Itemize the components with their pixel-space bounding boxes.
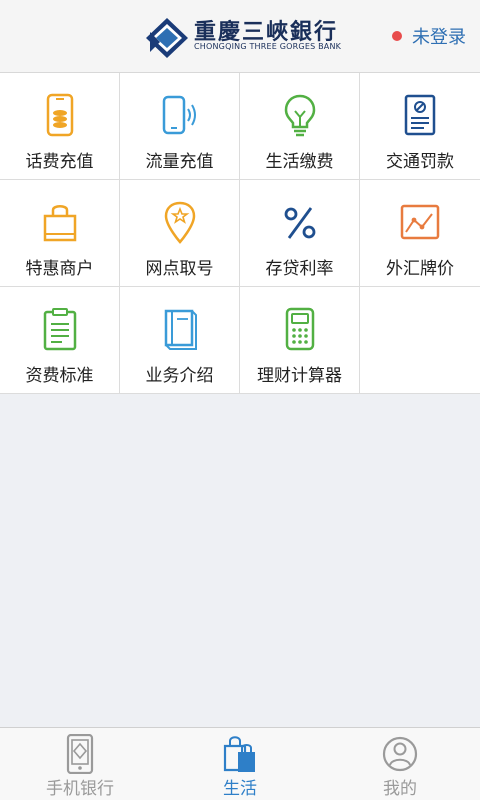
- grid-item-label: 理财计算器: [257, 366, 342, 386]
- grid-item-data-recharge[interactable]: 流量充值: [120, 73, 240, 180]
- clipboard-icon: [43, 308, 77, 351]
- grid-item-phone-recharge[interactable]: 话费充值: [0, 73, 120, 180]
- grid-item-label: 资费标准: [25, 366, 94, 386]
- grid-item-label: 存贷利率: [265, 259, 334, 279]
- tab-life[interactable]: 生活: [160, 728, 320, 800]
- lightbulb-icon: [284, 94, 316, 137]
- bank-logo-icon: [146, 18, 188, 58]
- bank-logo: 重慶三峽銀行 CHONGQING THREE GORGES BANK: [146, 14, 346, 58]
- grid-item-label: 流量充值: [145, 152, 214, 172]
- shopping-bag-icon: [43, 205, 77, 242]
- grid-item-exchange-rate[interactable]: 外汇牌价: [360, 180, 480, 287]
- book-icon: [164, 309, 197, 350]
- bank-name-en: CHONGQING THREE GORGES BANK: [194, 42, 342, 51]
- grid-item-label: 外汇牌价: [386, 259, 454, 279]
- grid-item-traffic-fine[interactable]: 交通罚款: [360, 73, 480, 180]
- phone-signal-icon: [162, 95, 196, 135]
- tab-label: 生活: [223, 779, 257, 799]
- grid-item-finance-calculator[interactable]: 理财计算器: [240, 287, 360, 394]
- grid-item-discount-merchant[interactable]: 特惠商户: [0, 180, 120, 287]
- grid-item-label: 网点取号: [145, 259, 214, 279]
- grid-item-label: 话费充值: [25, 152, 94, 172]
- service-grid: 话费充值 流量充值 生活缴费 交通罚款 特惠商户 网点取号 存贷利率 外汇牌价 …: [0, 73, 480, 394]
- login-label: 未登录: [412, 27, 466, 48]
- grid-item-label: 业务介绍: [145, 366, 214, 386]
- tab-mine[interactable]: 我的: [320, 728, 480, 800]
- shopping-bags-icon: [223, 736, 255, 772]
- tab-label: 我的: [383, 779, 417, 799]
- grid-item-fee-standard[interactable]: 资费标准: [0, 287, 120, 394]
- grid-item-interest-rate[interactable]: 存贷利率: [240, 180, 360, 287]
- calculator-icon: [285, 307, 315, 351]
- user-icon: [382, 736, 418, 772]
- phone-coins-icon: [46, 93, 74, 137]
- grid-item-label: 交通罚款: [386, 152, 454, 172]
- bottom-tab-bar: 手机银行 生活 我的: [0, 727, 480, 800]
- grid-item-business-intro[interactable]: 业务介绍: [120, 287, 240, 394]
- location-pin-icon: [164, 201, 196, 244]
- login-button[interactable]: 未登录: [392, 24, 466, 48]
- line-chart-icon: [400, 204, 440, 240]
- tab-mobile-banking[interactable]: 手机银行: [0, 728, 160, 800]
- status-dot-icon: [392, 31, 402, 41]
- tab-label: 手机银行: [46, 779, 114, 799]
- grid-item-utility-payment[interactable]: 生活缴费: [240, 73, 360, 180]
- grid-item-branch-queue[interactable]: 网点取号: [120, 180, 240, 287]
- grid-item-empty: [360, 287, 480, 394]
- ticket-icon: [404, 94, 436, 136]
- grid-item-label: 生活缴费: [265, 152, 334, 172]
- mobile-bank-icon: [66, 734, 94, 774]
- top-bar: 重慶三峽銀行 CHONGQING THREE GORGES BANK 未登录: [0, 0, 480, 73]
- grid-item-label: 特惠商户: [25, 259, 94, 279]
- percent-icon: [284, 207, 316, 239]
